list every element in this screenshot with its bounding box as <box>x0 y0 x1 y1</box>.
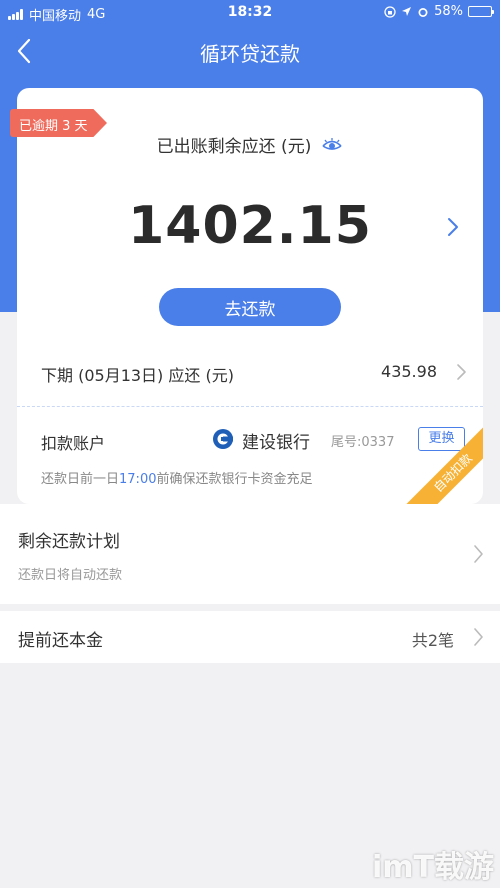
bill-card: 已出账剩余应还 (元) 1402.15 去还款 下期 (05月13日) 应还 (… <box>17 88 483 504</box>
chevron-right-icon <box>474 545 483 563</box>
nav-bar: 循环贷还款 <box>0 26 500 76</box>
debit-account-label: 扣款账户 <box>41 434 106 453</box>
repayment-plan-row[interactable]: 剩余还款计划 还款日将自动还款 <box>0 504 500 604</box>
change-account-button[interactable]: 更换 <box>418 427 465 451</box>
prepay-principal-count: 共2笔 <box>411 631 454 650</box>
page-title: 循环贷还款 <box>200 42 300 66</box>
bank-name: 建设银行 <box>242 433 310 453</box>
status-right: 58% <box>384 4 494 19</box>
divider <box>17 406 483 407</box>
note-prefix: 还款日前一日 <box>41 472 120 487</box>
chevron-right-icon <box>457 364 466 380</box>
note-time: 17:00 <box>119 472 157 487</box>
next-period-label: 下期 (05月13日) 应还 (元) <box>41 366 234 385</box>
rotation-lock-icon <box>384 5 396 18</box>
alarm-icon <box>418 7 428 17</box>
prepay-principal-row[interactable]: 提前还本金 共2笔 <box>0 611 500 663</box>
chevron-right-icon <box>474 628 483 646</box>
repayment-plan-subtitle: 还款日将自动还款 <box>18 568 123 583</box>
bill-amount: 1402.15 <box>128 196 372 256</box>
watermark: imT载游 <box>371 850 494 885</box>
overdue-badge: 已逾期 3 天 <box>10 109 107 137</box>
card-tail-number: 尾号:0337 <box>331 435 395 450</box>
overdue-badge-text: 已逾期 3 天 <box>19 119 88 134</box>
next-period-row[interactable]: 下期 (05月13日) 应还 (元) 435.98 <box>17 350 483 394</box>
next-period-amount: 435.98 <box>381 362 437 381</box>
note-suffix: 前确保还款银行卡资金充足 <box>156 472 313 487</box>
battery-icon <box>468 6 494 17</box>
eye-icon[interactable] <box>321 137 343 152</box>
status-bar: 中国移动 4G 18:32 58% <box>0 0 500 26</box>
repayment-note: 还款日前一日17:00前确保还款银行卡资金充足 <box>41 468 313 487</box>
location-icon <box>402 7 412 16</box>
repayment-plan-title: 剩余还款计划 <box>18 532 120 552</box>
pay-now-button[interactable]: 去还款 <box>159 288 341 326</box>
prepay-principal-title: 提前还本金 <box>18 631 103 651</box>
battery-percent: 58% <box>434 4 463 19</box>
ccb-logo-icon <box>213 429 233 449</box>
bill-label: 已出账剩余应还 (元) <box>156 137 312 157</box>
debit-account-row: 扣款账户 建设银行 尾号:0337 更换 <box>17 420 483 460</box>
chevron-right-icon[interactable] <box>445 216 461 238</box>
